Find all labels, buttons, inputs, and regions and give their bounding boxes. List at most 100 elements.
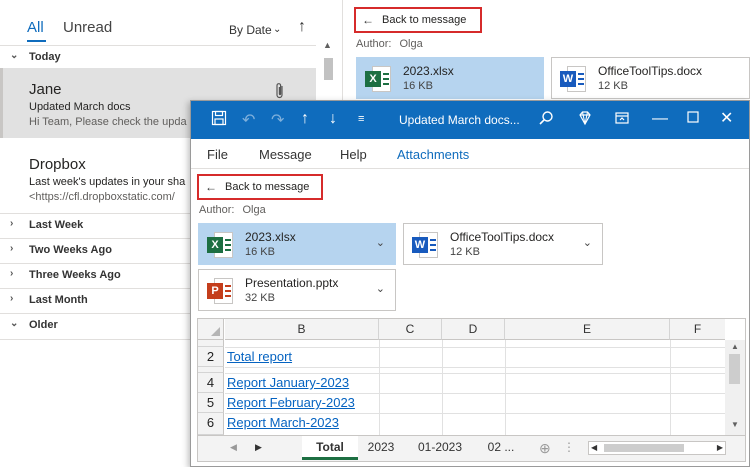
menu-attachments[interactable]: Attachments (397, 147, 469, 162)
row-header-2[interactable]: 2 (198, 347, 224, 367)
menu-help[interactable]: Help (340, 147, 367, 162)
group-label: Two Weeks Ago (29, 244, 112, 256)
sheet-horizontal-scrollbar[interactable]: ◀ ▶ (588, 441, 726, 455)
sheet-tab-02[interactable]: 02 ... (478, 436, 524, 460)
title-bar: ↶ ↷ ↑ ↓ ≡ Updated March docs... — ✕ (191, 101, 749, 139)
cell-link-report-march[interactable]: Report March-2023 (227, 415, 339, 430)
row-header-4[interactable]: 4 (198, 373, 224, 393)
row-header-5[interactable]: 5 (198, 393, 224, 413)
menu-file[interactable]: File (207, 147, 228, 162)
attachment-size: 12 KB (450, 246, 480, 258)
search-icon[interactable] (538, 110, 554, 131)
minimize-icon[interactable]: — (652, 110, 668, 128)
arrow-left-icon: ← (205, 180, 217, 194)
column-header-e[interactable]: E (505, 319, 670, 340)
group-label: Older (29, 319, 58, 331)
author-name: Olga (399, 38, 423, 50)
arrow-down-icon[interactable]: ↓ (329, 110, 337, 128)
undo-icon[interactable]: ↶ (242, 110, 255, 130)
mail-sender: Jane (29, 81, 62, 98)
grid-line (225, 373, 725, 374)
scroll-left-icon[interactable]: ◀ (591, 443, 597, 452)
cell-link-report-february[interactable]: Report February-2023 (227, 395, 355, 410)
author-name: Olga (242, 204, 266, 216)
row-header-6[interactable]: 6 (198, 413, 224, 435)
excel-file-icon: X (365, 66, 391, 92)
attachment-xlsx[interactable]: X 2023.xlsx 16 KB (356, 57, 544, 99)
author-line: Author: Olga (199, 204, 266, 216)
grid-line (225, 347, 725, 348)
sheet-prev-icon[interactable]: ◀ (230, 442, 237, 453)
attachment-name: OfficeToolTips.docx (450, 230, 555, 244)
chevron-down-icon[interactable]: ⌄ (376, 282, 385, 295)
maximize-icon[interactable] (686, 110, 700, 129)
attachment-docx[interactable]: W OfficeToolTips.docx 12 KB ⌄ (403, 223, 603, 265)
attachment-pptx[interactable]: P Presentation.pptx 32 KB ⌄ (198, 269, 396, 311)
grid-line (442, 340, 443, 435)
grid-line (225, 367, 725, 368)
scroll-thumb[interactable] (604, 444, 684, 452)
attachment-name: 2023.xlsx (245, 230, 296, 244)
attachment-docx[interactable]: W OfficeToolTips.docx 12 KB (551, 57, 750, 99)
column-header-d[interactable]: D (442, 319, 505, 340)
sheet-next-icon[interactable]: ▶ (255, 442, 262, 453)
button-label: Back to message (225, 181, 310, 193)
sheet-tab-01-2023[interactable]: 01-2023 (410, 436, 470, 460)
more-options-icon[interactable]: ⋮ (563, 440, 575, 454)
sort-direction-icon[interactable]: ↑ (298, 18, 306, 36)
sheet-tab-2023[interactable]: 2023 (360, 436, 402, 460)
tab-all-underline (27, 40, 46, 42)
scroll-up-icon[interactable]: ▲ (323, 40, 332, 50)
sheet-tab-total[interactable]: Total (302, 436, 358, 460)
column-header-b[interactable]: B (225, 319, 379, 340)
author-line: Author: Olga (356, 38, 423, 50)
select-all-corner[interactable] (198, 319, 224, 340)
diamond-icon[interactable] (577, 110, 593, 131)
sort-by-button[interactable]: By Date (229, 23, 272, 37)
tab-unread[interactable]: Unread (63, 19, 112, 36)
add-sheet-icon[interactable]: ⊕ (539, 440, 551, 457)
cell-link-report-january[interactable]: Report January-2023 (227, 375, 349, 390)
list-scrollbar[interactable]: ▲ (320, 40, 337, 86)
attachment-size: 16 KB (403, 80, 433, 92)
column-header-f[interactable]: F (670, 319, 725, 340)
column-header-c[interactable]: C (379, 319, 442, 340)
close-icon[interactable]: ✕ (720, 108, 733, 128)
cell-link-total-report[interactable]: Total report (227, 349, 292, 364)
word-file-icon: W (412, 232, 438, 258)
group-label: Last Month (29, 294, 88, 306)
grid-line (225, 393, 725, 394)
scroll-thumb[interactable] (729, 354, 740, 384)
button-label: Back to message (382, 14, 467, 26)
arrow-up-icon[interactable]: ↑ (301, 110, 309, 128)
scroll-up-icon[interactable]: ▲ (731, 342, 739, 351)
row-header[interactable] (198, 340, 224, 347)
sheet-vertical-scrollbar[interactable]: ▲ ▼ (725, 340, 745, 435)
chevron-down-icon[interactable]: ⌄ (273, 24, 281, 35)
sheet-tab-bar: ◀ ▶ Total 2023 01-2023 02 ... ⊕ ⋮ ◀ ▶ (198, 435, 745, 461)
powerpoint-file-icon: P (207, 278, 233, 304)
menu-bar: File Message Help Attachments (191, 139, 749, 169)
back-to-message-button[interactable]: ← Back to message (354, 7, 482, 33)
grid-line (379, 340, 380, 435)
window-title: Updated March docs... (399, 113, 520, 127)
scroll-down-icon[interactable]: ▼ (731, 420, 739, 429)
spreadsheet-preview[interactable]: B C D E F 2 4 5 6 Total report Report Ja… (197, 318, 746, 462)
grid-line (670, 340, 671, 435)
scroll-right-icon[interactable]: ▶ (717, 443, 723, 452)
back-to-message-button[interactable]: ← Back to message (197, 174, 323, 200)
tab-all[interactable]: All (27, 19, 44, 36)
excel-file-icon: X (207, 232, 233, 258)
ribbon-display-icon[interactable] (614, 110, 630, 131)
group-label: Today (29, 51, 61, 63)
group-header-today[interactable]: ⌄ Today (0, 46, 316, 68)
redo-icon[interactable]: ↷ (271, 110, 284, 130)
chevron-down-icon[interactable]: ⌄ (583, 236, 592, 249)
menu-message[interactable]: Message (259, 147, 312, 162)
attachment-xlsx[interactable]: X 2023.xlsx 16 KB ⌄ (198, 223, 396, 265)
save-icon[interactable] (211, 110, 227, 131)
chevron-down-icon[interactable]: ⌄ (376, 236, 385, 249)
chevron-right-icon: › (10, 243, 14, 254)
scroll-thumb[interactable] (324, 58, 333, 80)
customize-toolbar-icon[interactable]: ≡ (358, 113, 364, 125)
